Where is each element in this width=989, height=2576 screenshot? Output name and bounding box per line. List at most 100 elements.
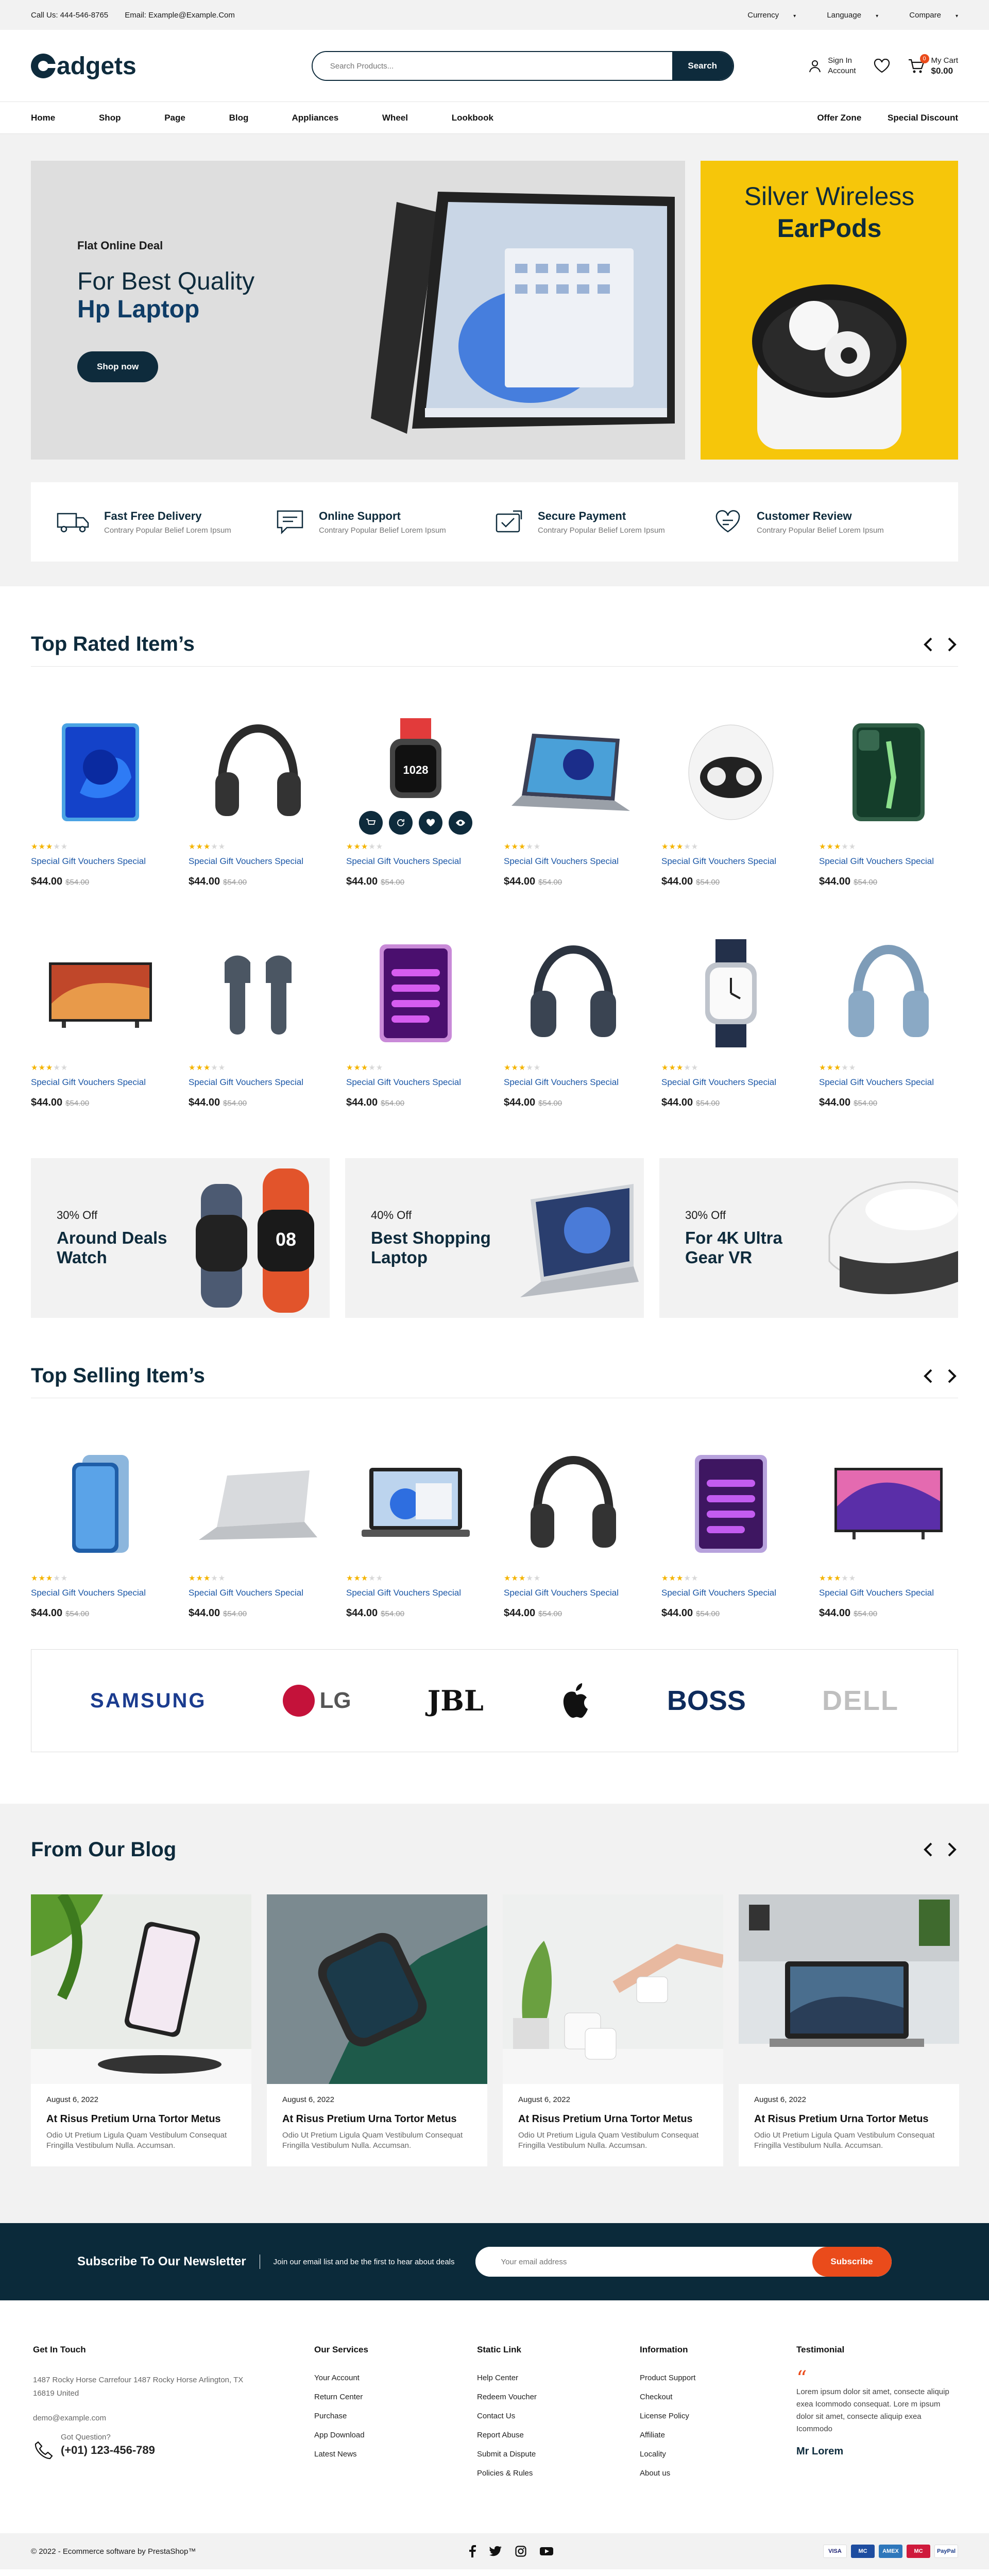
arrow-left-icon[interactable] — [922, 637, 933, 652]
blog-title[interactable]: At Risus Pretium Urna Tortor Metus — [754, 2113, 944, 2125]
product-card[interactable]: ★★★★★ Special Gift Vouchers Special $44.… — [346, 924, 485, 1109]
product-card[interactable]: ★★★★★ Special Gift Vouchers Special $44.… — [661, 1434, 800, 1619]
account-link[interactable]: Sign In Account — [808, 56, 856, 76]
brand-lg-logo[interactable]: LG — [282, 1685, 351, 1717]
shop-now-button[interactable]: Shop now — [77, 351, 159, 382]
nav-shop[interactable]: Shop — [99, 113, 121, 123]
product-name[interactable]: Special Gift Vouchers Special — [661, 1588, 800, 1598]
product-name[interactable]: Special Gift Vouchers Special — [504, 856, 643, 867]
site-logo[interactable]: adgets — [31, 52, 137, 80]
youtube-icon[interactable] — [540, 2546, 554, 2556]
instagram-icon[interactable] — [515, 2546, 526, 2557]
footer-link[interactable]: Redeem Voucher — [477, 2393, 640, 2401]
product-card[interactable]: ★★★★★ Special Gift Vouchers Special $44.… — [346, 1434, 485, 1619]
blog-card[interactable]: August 6, 2022 At Risus Pretium Urna Tor… — [31, 1894, 251, 2166]
nav-lookbook[interactable]: Lookbook — [452, 113, 493, 123]
brand-samsung-logo[interactable]: SAMSUNG — [90, 1689, 206, 1713]
currency-dropdown[interactable]: Currency ▾ — [733, 11, 796, 20]
blog-title[interactable]: At Risus Pretium Urna Tortor Metus — [282, 2113, 472, 2125]
blog-card[interactable]: August 6, 2022 At Risus Pretium Urna Tor… — [267, 1894, 487, 2166]
product-card[interactable]: ★★★★★ Special Gift Vouchers Special $44.… — [504, 924, 643, 1109]
product-card[interactable]: ★★★★★ Special Gift Vouchers Special $44.… — [819, 924, 958, 1109]
arrow-left-icon[interactable] — [922, 1842, 933, 1857]
compare-button[interactable] — [389, 811, 413, 835]
nav-offer-zone[interactable]: Offer Zone — [817, 113, 861, 123]
product-name[interactable]: Special Gift Vouchers Special — [819, 1588, 958, 1598]
arrow-right-icon[interactable] — [947, 1842, 958, 1857]
arrow-left-icon[interactable] — [922, 1368, 933, 1384]
product-card[interactable]: ★★★★★ Special Gift Vouchers Special $44.… — [189, 924, 328, 1109]
footer-link[interactable]: Affiliate — [640, 2431, 796, 2439]
footer-link[interactable]: Latest News — [314, 2450, 477, 2459]
product-name[interactable]: Special Gift Vouchers Special — [504, 1077, 643, 1088]
footer-link[interactable]: Product Support — [640, 2374, 796, 2382]
footer-email[interactable]: demo@example.com — [33, 2414, 314, 2422]
product-card[interactable]: ★★★★★ Special Gift Vouchers Special $44.… — [504, 1434, 643, 1619]
product-card[interactable]: ★★★★★ Special Gift Vouchers Special $44.… — [819, 703, 958, 888]
product-card[interactable]: ★★★★★ Special Gift Vouchers Special $44.… — [31, 924, 170, 1109]
product-name[interactable]: Special Gift Vouchers Special — [661, 856, 800, 867]
product-name[interactable]: Special Gift Vouchers Special — [189, 1588, 328, 1598]
footer-phone[interactable]: Got Question? (+01) 123-456-789 — [33, 2433, 314, 2467]
language-dropdown[interactable]: Language ▾ — [812, 11, 878, 20]
product-card[interactable]: ★★★★★ Special Gift Vouchers Special $44.… — [504, 703, 643, 888]
footer-link[interactable]: Help Center — [477, 2374, 640, 2382]
product-name[interactable]: Special Gift Vouchers Special — [346, 856, 485, 867]
brand-boss-logo[interactable]: BOSS — [667, 1685, 746, 1717]
product-card[interactable]: ★★★★★ Special Gift Vouchers Special $44.… — [661, 924, 800, 1109]
footer-link[interactable]: Purchase — [314, 2412, 477, 2420]
cart-button[interactable]: 0 My Cart $0.00 — [908, 54, 958, 76]
footer-link[interactable]: Report Abuse — [477, 2431, 640, 2439]
footer-link[interactable]: Return Center — [314, 2393, 477, 2401]
nav-appliances[interactable]: Appliances — [292, 113, 338, 123]
blog-title[interactable]: At Risus Pretium Urna Tortor Metus — [518, 2113, 708, 2125]
nav-wheel[interactable]: Wheel — [382, 113, 408, 123]
nav-page[interactable]: Page — [164, 113, 185, 123]
blog-card[interactable]: August 6, 2022 At Risus Pretium Urna Tor… — [503, 1894, 723, 2166]
promo-banner-watch[interactable]: 30% Off Around Deals Watch 08 — [31, 1158, 330, 1318]
brand-apple-logo[interactable] — [560, 1682, 591, 1719]
nav-special-discount[interactable]: Special Discount — [888, 113, 958, 123]
compare-dropdown[interactable]: Compare ▾ — [895, 11, 958, 20]
footer-link[interactable]: App Download — [314, 2431, 477, 2439]
brand-dell-logo[interactable]: DELL — [822, 1685, 899, 1717]
add-to-cart-button[interactable] — [359, 811, 383, 835]
footer-link[interactable]: Your Account — [314, 2374, 477, 2382]
search-input[interactable] — [312, 52, 672, 80]
footer-link[interactable]: Policies & Rules — [477, 2469, 640, 2478]
product-card[interactable]: ★★★★★ Special Gift Vouchers Special $44.… — [189, 1434, 328, 1619]
quick-view-button[interactable] — [449, 811, 472, 835]
blog-title[interactable]: At Risus Pretium Urna Tortor Metus — [46, 2113, 236, 2125]
heart-icon[interactable] — [874, 59, 890, 73]
footer-link[interactable]: License Policy — [640, 2412, 796, 2420]
footer-link[interactable]: Submit a Dispute — [477, 2450, 640, 2459]
brand-jbl-logo[interactable]: JBL — [428, 1684, 484, 1717]
footer-link[interactable]: About us — [640, 2469, 796, 2478]
product-name[interactable]: Special Gift Vouchers Special — [819, 1077, 958, 1088]
product-card[interactable]: ★★★★★ Special Gift Vouchers Special $44.… — [189, 703, 328, 888]
product-name[interactable]: Special Gift Vouchers Special — [31, 1588, 170, 1598]
subscribe-button[interactable]: Subscribe — [812, 2247, 892, 2277]
product-card[interactable]: ★★★★★ Special Gift Vouchers Special $44.… — [661, 703, 800, 888]
product-name[interactable]: Special Gift Vouchers Special — [819, 856, 958, 867]
earpods-promo[interactable]: Silver Wireless EarPods — [701, 161, 958, 460]
product-card[interactable]: ★★★★★ Special Gift Vouchers Special $44.… — [31, 1434, 170, 1619]
product-name[interactable]: Special Gift Vouchers Special — [346, 1077, 485, 1088]
arrow-right-icon[interactable] — [947, 637, 958, 652]
nav-home[interactable]: Home — [31, 113, 55, 123]
promo-banner-laptop[interactable]: 40% Off Best Shopping Laptop — [345, 1158, 644, 1318]
product-name[interactable]: Special Gift Vouchers Special — [189, 1077, 328, 1088]
product-name[interactable]: Special Gift Vouchers Special — [504, 1588, 643, 1598]
newsletter-email-input[interactable] — [475, 2247, 812, 2277]
product-card[interactable]: 1028 ★★★★★ Special Gift Vouchers Special… — [346, 703, 485, 888]
twitter-icon[interactable] — [489, 2546, 502, 2556]
product-name[interactable]: Special Gift Vouchers Special — [346, 1588, 485, 1598]
footer-link[interactable]: Checkout — [640, 2393, 796, 2401]
product-name[interactable]: Special Gift Vouchers Special — [189, 856, 328, 867]
promo-banner-vr[interactable]: 30% Off For 4K Ultra Gear VR — [659, 1158, 958, 1318]
nav-blog[interactable]: Blog — [229, 113, 249, 123]
wishlist-button[interactable] — [419, 811, 442, 835]
footer-link[interactable]: Contact Us — [477, 2412, 640, 2420]
product-name[interactable]: Special Gift Vouchers Special — [661, 1077, 800, 1088]
blog-card[interactable]: August 6, 2022 At Risus Pretium Urna Tor… — [739, 1894, 959, 2166]
